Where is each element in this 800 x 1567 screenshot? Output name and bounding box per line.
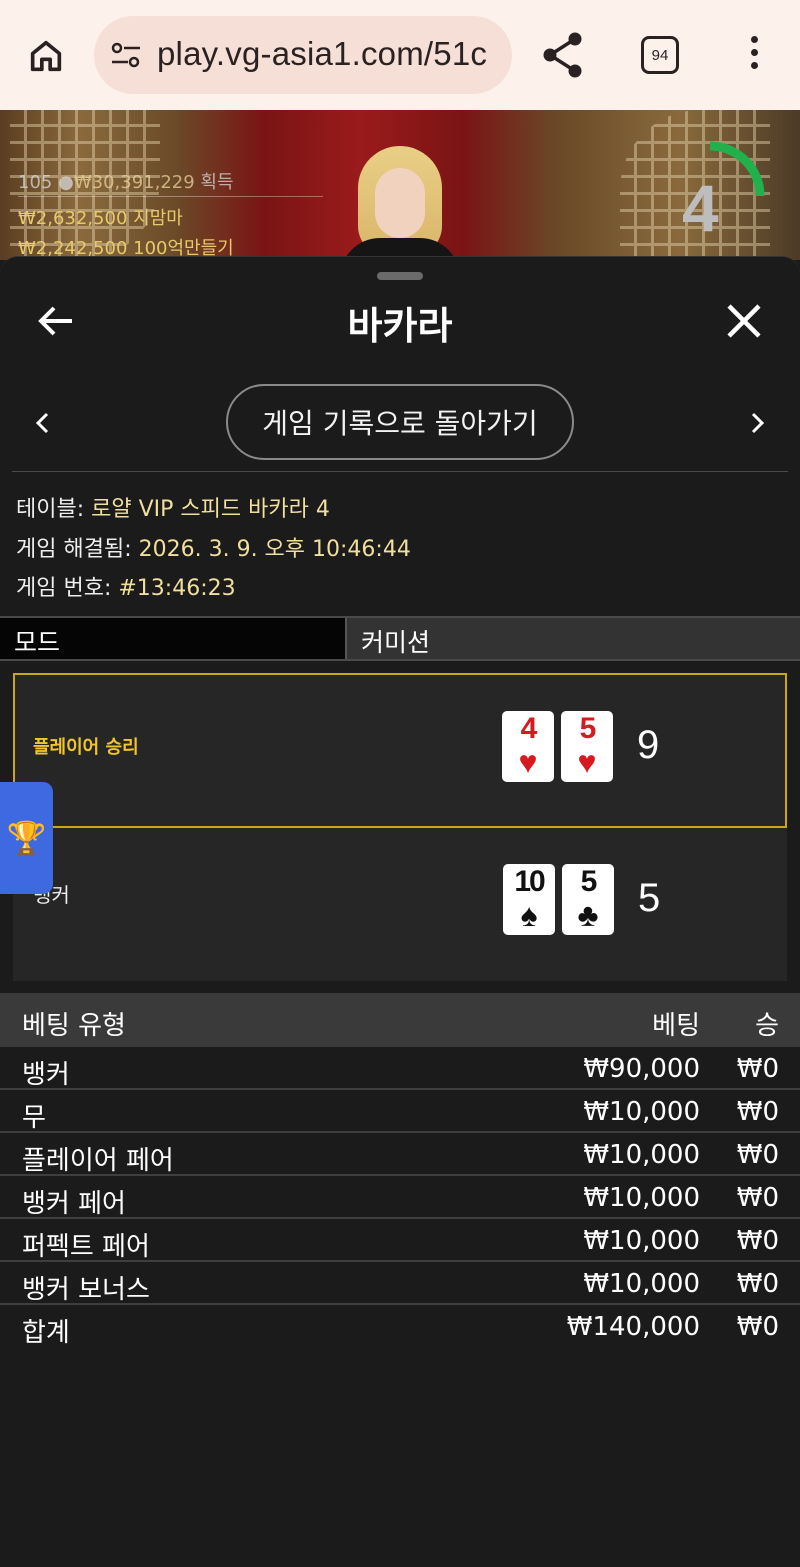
view-tabs: 모드 커미션 <box>0 616 800 661</box>
info-value: #13:46:23 <box>118 576 236 601</box>
header-bet: 베팅 <box>652 1011 700 1041</box>
table-row: 퍼펙트 페어 ₩10,000 ₩0 <box>0 1219 800 1262</box>
live-video: 105 ●₩30,391,229 획득 ₩2,632,500 지맘마 ₩2,24… <box>0 110 800 260</box>
info-label: 게임 해결됨: <box>16 537 139 562</box>
countdown-timer: 4 <box>682 171 719 245</box>
table-row: 뱅커 보너스 ₩10,000 ₩0 <box>0 1262 800 1305</box>
table-row: 무 ₩10,000 ₩0 <box>0 1090 800 1133</box>
header-bet-type: 베팅 유형 <box>22 1011 126 1041</box>
player-count: 105 <box>18 172 53 193</box>
table-info: 테이블: 로얄 VIP 스피드 바카라 4 <box>16 491 330 523</box>
club-icon: ♣ <box>577 897 599 933</box>
total-winnings: ₩30,391,229 <box>73 172 195 193</box>
playing-card: 5 ♥ <box>561 711 613 782</box>
info-label: 게임 번호: <box>16 576 119 601</box>
dealer-face <box>375 168 425 238</box>
divider <box>12 471 788 472</box>
heart-icon: ♥ <box>518 744 538 780</box>
trophy-icon[interactable]: 🏆 <box>0 782 53 894</box>
person-icon: ● <box>58 172 74 193</box>
tune-icon[interactable] <box>110 40 142 70</box>
info-value: 2026. 3. 9. 오후 10:46:44 <box>138 537 411 562</box>
bet-table: 베팅 유형 베팅 승 뱅커 ₩90,000 ₩0 무 ₩10,000 ₩0 플레이어 페… <box>0 993 800 1348</box>
divider <box>18 196 323 197</box>
game-detail-sheet: 바카라 게임 기록으로 돌아가기 테이블: 로얄 VIP 스피드 바카라 4 게… <box>0 256 800 1567</box>
more-vert-icon[interactable] <box>744 36 764 76</box>
drag-handle[interactable] <box>377 272 423 280</box>
info-value: 로얄 VIP 스피드 바카라 4 <box>91 497 330 522</box>
heart-icon: ♥ <box>577 744 597 780</box>
return-to-history-button[interactable]: 게임 기록으로 돌아가기 <box>226 384 574 460</box>
tab-switcher-icon[interactable]: 94 <box>641 36 679 74</box>
spade-icon: ♠ <box>520 897 538 933</box>
table-row: 뱅커 ₩90,000 ₩0 <box>0 1047 800 1090</box>
chevron-right-icon[interactable] <box>744 407 770 439</box>
table-row: 뱅커 페어 ₩10,000 ₩0 <box>0 1176 800 1219</box>
sheet-title: 바카라 <box>347 304 453 348</box>
playing-card: 5 ♣ <box>562 864 614 935</box>
total-suffix: 획득 <box>200 172 234 193</box>
bet-table-header: 베팅 유형 베팅 승 <box>0 993 800 1047</box>
tab-mode[interactable]: 모드 <box>0 618 345 659</box>
url-text: play.vg-asia1.com/51c <box>157 35 488 72</box>
info-label: 테이블: <box>16 497 92 522</box>
table-row: 플레이어 페어 ₩10,000 ₩0 <box>0 1133 800 1176</box>
winner-line: ₩2,632,500 지맘마 <box>18 208 183 229</box>
round-result: 플레이어 승리 4 ♥ 5 ♥ 9 뱅커 10 ♠ 5 ♣ 5 <box>13 673 787 981</box>
game-navigation: 게임 기록으로 돌아가기 <box>0 383 800 463</box>
share-icon[interactable] <box>540 30 586 80</box>
chevron-left-icon[interactable] <box>30 407 56 439</box>
player-hand-label: 플레이어 승리 <box>33 737 139 758</box>
playing-card: 4 ♥ <box>502 711 554 782</box>
close-icon[interactable] <box>724 301 764 341</box>
home-icon[interactable] <box>22 32 70 80</box>
address-bar[interactable]: play.vg-asia1.com/51c <box>94 16 512 94</box>
browser-toolbar: play.vg-asia1.com/51c 94 <box>0 0 800 110</box>
game-number-info: 게임 번호: #13:46:23 <box>16 570 236 602</box>
player-total: 9 <box>637 723 660 767</box>
resolved-info: 게임 해결됨: 2026. 3. 9. 오후 10:46:44 <box>16 531 411 563</box>
header-win: 승 <box>755 1011 779 1041</box>
playing-card: 10 ♠ <box>503 864 555 935</box>
tab-commission[interactable]: 커미션 <box>345 618 800 659</box>
players-total: 105 ●₩30,391,229 획득 <box>18 168 234 194</box>
banker-total: 5 <box>638 876 661 920</box>
tab-count: 94 <box>651 46 669 64</box>
total-row: 합계 ₩140,000 ₩0 <box>0 1305 800 1348</box>
